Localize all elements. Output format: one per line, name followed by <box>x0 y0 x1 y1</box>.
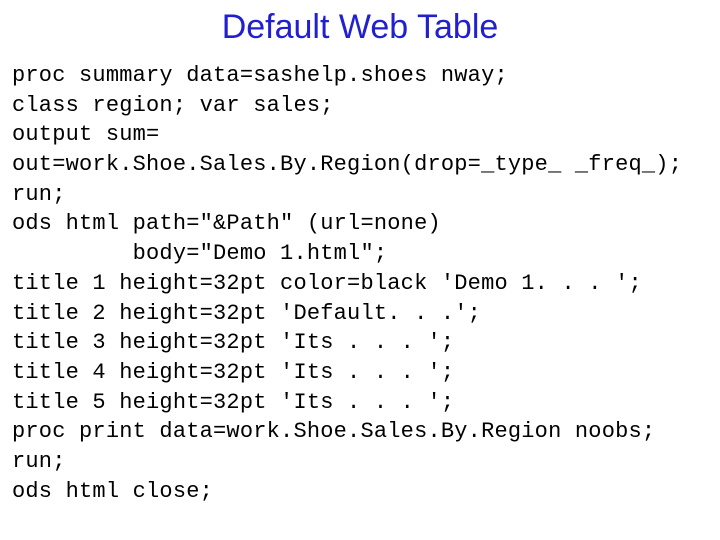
code-line: proc summary data=sashelp.shoes nway; <box>12 61 708 91</box>
code-line: title 5 height=32pt 'Its . . . '; <box>12 388 708 418</box>
code-line: ods html close; <box>12 477 708 507</box>
page-title: Default Web Table <box>12 8 708 47</box>
code-line: title 4 height=32pt 'Its . . . '; <box>12 358 708 388</box>
code-line: proc print data=work.Shoe.Sales.By.Regio… <box>12 417 708 447</box>
code-line: run; <box>12 447 708 477</box>
code-line: out=work.Shoe.Sales.By.Region(drop=_type… <box>12 150 708 180</box>
code-line: output sum= <box>12 120 708 150</box>
code-line: run; <box>12 180 708 210</box>
code-line: ods html path="&Path" (url=none) <box>12 209 708 239</box>
slide: Default Web Table proc summary data=sash… <box>0 0 720 540</box>
code-block: proc summary data=sashelp.shoes nway;cla… <box>12 61 708 506</box>
code-line: body="Demo 1.html"; <box>12 239 708 269</box>
code-line: title 2 height=32pt 'Default. . .'; <box>12 299 708 329</box>
code-line: title 1 height=32pt color=black 'Demo 1.… <box>12 269 708 299</box>
code-line: title 3 height=32pt 'Its . . . '; <box>12 328 708 358</box>
code-line: class region; var sales; <box>12 91 708 121</box>
